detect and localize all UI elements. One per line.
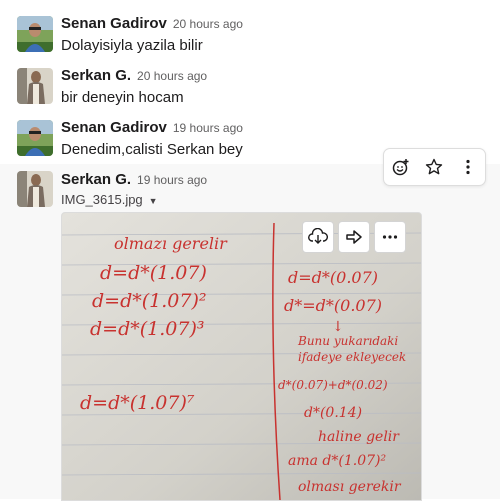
star-button[interactable] <box>420 153 448 181</box>
share-icon <box>346 230 362 244</box>
handwriting-right-3: ↓ <box>332 319 344 335</box>
image-attachment[interactable]: olmazı gerelir d=d*(1.07) d=d*(1.07)² d=… <box>61 212 422 501</box>
avatar-senan[interactable] <box>17 120 53 156</box>
handwriting-right-8: haline gelir <box>318 429 400 445</box>
handwriting-left-4: d=d*(1.07)³ <box>90 318 205 340</box>
author-name[interactable]: Serkan G. 20 hours ago <box>61 67 207 84</box>
handwriting-left-2: d=d*(1.07) <box>100 262 207 284</box>
message-text: bir deneyin hocam <box>61 89 184 106</box>
image-actions <box>302 221 406 253</box>
avatar-senan[interactable] <box>17 16 53 52</box>
download-icon <box>308 228 328 244</box>
handwriting-left-1: olmazı gerelir <box>114 234 228 253</box>
author-name[interactable]: Serkan G. 19 hours ago <box>61 171 207 188</box>
timestamp[interactable]: 19 hours ago <box>173 121 243 135</box>
message-text: Dolayisiyla yazila bilir <box>61 37 203 54</box>
author-name[interactable]: Senan Gadirov 20 hours ago <box>61 15 243 32</box>
more-actions-icon <box>466 159 470 175</box>
share-button[interactable] <box>338 221 370 253</box>
author-name[interactable]: Senan Gadirov 19 hours ago <box>61 119 243 136</box>
file-name-toggle[interactable]: IMG_3615.jpg ▼ <box>61 192 158 207</box>
timestamp[interactable]: 20 hours ago <box>137 69 207 83</box>
message-text: Denedim,calisti Serkan bey <box>61 141 243 158</box>
handwriting-left-3: d=d*(1.07)² <box>92 290 207 312</box>
handwriting-right-4: Bunu yukarıdaki <box>297 334 398 348</box>
more-button[interactable] <box>374 221 406 253</box>
timestamp[interactable]: 20 hours ago <box>173 17 243 31</box>
handwriting-left-5: d=d*(1.07)⁷ <box>80 392 195 414</box>
avatar-serkan[interactable] <box>17 171 53 207</box>
handwriting-right-1: d=d*(0.07) <box>288 268 378 287</box>
add-reaction-button[interactable] <box>387 153 415 181</box>
timestamp[interactable]: 19 hours ago <box>137 173 207 187</box>
handwriting-right-5: ifadeye ekleyecek <box>298 350 406 364</box>
handwriting-right-10: olması gerekir <box>298 479 402 495</box>
star-icon <box>426 158 443 175</box>
caret-down-icon: ▼ <box>148 196 158 206</box>
avatar-serkan[interactable] <box>17 68 53 104</box>
handwriting-right-2: d*=d*(0.07) <box>284 296 382 315</box>
handwriting-right-9: ama d*(1.07)² <box>288 453 386 469</box>
more-actions-button[interactable] <box>454 153 482 181</box>
message-actions-toolbar <box>383 148 486 186</box>
handwritten-notes-image: olmazı gerelir d=d*(1.07) d=d*(1.07)² d=… <box>62 213 421 500</box>
handwriting-right-7: d*(0.14) <box>304 405 362 421</box>
handwriting-right-6: d*(0.07)+d*(0.02) <box>278 378 388 392</box>
download-button[interactable] <box>302 221 334 253</box>
more-icon <box>382 235 398 239</box>
add-reaction-icon <box>392 159 409 176</box>
